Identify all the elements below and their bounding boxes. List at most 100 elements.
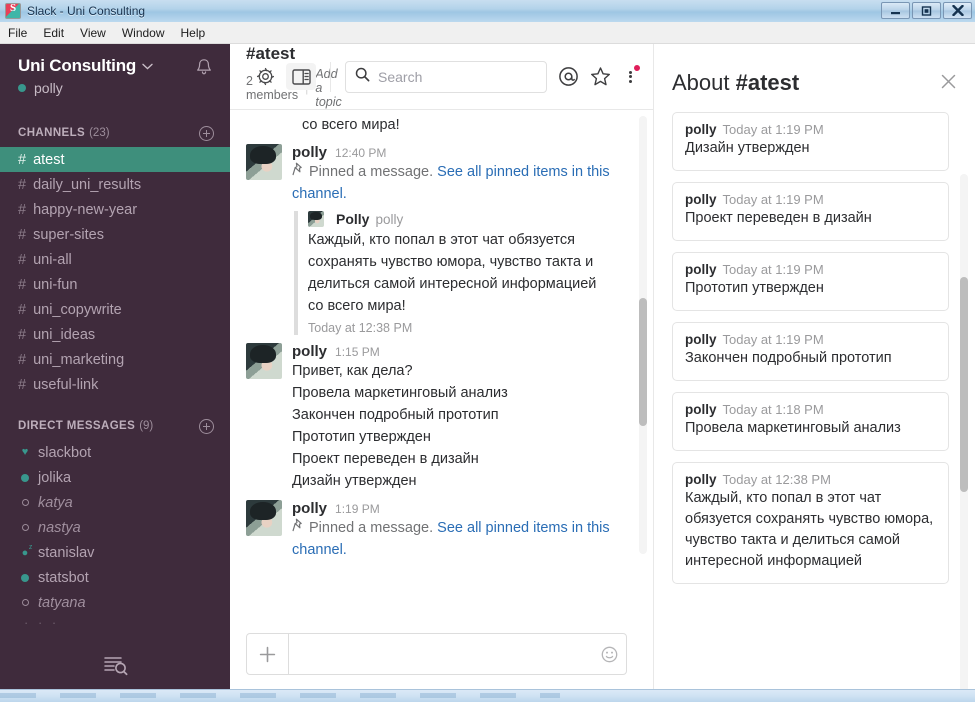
sidebar-channel-uni-fun[interactable]: #uni-fun xyxy=(0,272,230,297)
message-text-line: Провела маркетинговый анализ xyxy=(292,382,627,404)
message-body: polly12:40 PMPinned a message. See all p… xyxy=(292,144,627,335)
message-text-line: Проект переведен в дизайн xyxy=(292,448,627,470)
channel-label: super-sites xyxy=(33,227,104,243)
sidebar-channel-super-sites[interactable]: #super-sites xyxy=(0,222,230,247)
sidebar-dm-stanislav[interactable]: ●zstanislav xyxy=(0,540,230,565)
avatar[interactable] xyxy=(246,500,282,536)
pinned-item-card[interactable]: pollyToday at 1:18 PMПровела маркетингов… xyxy=(672,392,949,451)
about-label: About xyxy=(672,70,730,95)
panel-toggle-icon[interactable] xyxy=(286,63,316,90)
star-icon[interactable] xyxy=(589,66,611,88)
sidebar-dm-katya[interactable]: katya xyxy=(0,490,230,515)
add-dm-icon[interactable] xyxy=(199,419,214,434)
avatar[interactable] xyxy=(246,343,282,379)
attachment-header: Pollypolly xyxy=(308,211,627,227)
dm-label: tatyana xyxy=(38,595,86,611)
hash-icon: # xyxy=(18,352,26,368)
sidebar-dm-slackbot[interactable]: ♥slackbot xyxy=(0,440,230,465)
messages-scrollbar-track[interactable] xyxy=(639,116,647,554)
close-icon[interactable] xyxy=(940,73,957,94)
main-column: #atest 2 members | Add a topic xyxy=(230,44,653,689)
pinned-item-card[interactable]: pollyToday at 1:19 PMЗакончен подробный … xyxy=(672,322,949,381)
sidebar-dm-tatyana[interactable]: tatyana xyxy=(0,590,230,615)
message-text-line: Прототип утвержден xyxy=(292,426,627,448)
message-row: polly1:19 PMPinned a message. See all pi… xyxy=(246,492,627,561)
pinned-item-card[interactable]: pollyToday at 1:19 PMПрототип утвержден xyxy=(672,252,949,311)
pinned-item-author: polly xyxy=(685,122,717,137)
sidebar-channel-uni_ideas[interactable]: #uni_ideas xyxy=(0,322,230,347)
hash-icon: # xyxy=(18,377,26,393)
presence-online-icon xyxy=(18,474,32,482)
about-panel: About #atest pollyToday at 1:19 PMДизайн… xyxy=(653,44,975,689)
message-text-line: Привет, как дела? xyxy=(292,360,627,382)
close-button[interactable] xyxy=(943,2,972,19)
pinned-item-author: polly xyxy=(685,332,717,347)
emoji-smiley-icon[interactable] xyxy=(592,634,626,674)
pin-icon xyxy=(292,161,306,183)
messages-scroll-area[interactable]: со всего мира! polly12:40 PMPinned a mess… xyxy=(230,110,653,625)
message-author[interactable]: polly xyxy=(292,144,327,161)
sidebar-dm-jolika[interactable]: jolika xyxy=(0,465,230,490)
composer-box[interactable] xyxy=(246,633,627,675)
current-user[interactable]: polly xyxy=(18,80,216,96)
system-message-text: Pinned a message. xyxy=(309,164,437,180)
sidebar-channel-atest[interactable]: #atest xyxy=(0,147,230,172)
sidebar-channel-daily_uni_results[interactable]: #daily_uni_results xyxy=(0,172,230,197)
hash-icon: # xyxy=(18,177,26,193)
sidebar-channel-uni_copywrite[interactable]: #uni_copywrite xyxy=(0,297,230,322)
pinned-item-timestamp: Today at 1:18 PM xyxy=(723,402,824,417)
search-list-icon[interactable] xyxy=(101,653,129,677)
message-meta: polly1:15 PM xyxy=(292,343,627,360)
message-author[interactable]: polly xyxy=(292,500,327,517)
sidebar-channel-uni-all[interactable]: #uni-all xyxy=(0,247,230,272)
about-scrollbar-thumb[interactable] xyxy=(960,277,968,492)
window-controls[interactable] xyxy=(881,2,972,19)
sidebar-channel-happy-new-year[interactable]: #happy-new-year xyxy=(0,197,230,222)
channel-name[interactable]: #atest xyxy=(246,44,254,64)
maximize-button[interactable] xyxy=(912,2,941,19)
sidebar-dm-statsbot[interactable]: statsbot xyxy=(0,565,230,590)
sidebar-channel-useful-link[interactable]: #useful-link xyxy=(0,372,230,397)
menu-help[interactable]: Help xyxy=(181,26,206,40)
menu-window[interactable]: Window xyxy=(122,26,165,40)
messages-scrollbar-thumb[interactable] xyxy=(639,298,647,426)
search-input[interactable] xyxy=(378,69,537,85)
dm-section-header[interactable]: DIRECT MESSAGES (9) xyxy=(0,417,230,435)
avatar[interactable] xyxy=(246,144,282,180)
plus-icon[interactable] xyxy=(247,634,289,674)
chevron-down-icon[interactable] xyxy=(142,61,153,73)
at-mention-icon[interactable] xyxy=(557,66,579,88)
dm-section-title: DIRECT MESSAGES xyxy=(18,420,135,432)
sidebar-dm-nastya[interactable]: nastya xyxy=(0,515,230,540)
gear-icon[interactable] xyxy=(254,66,276,88)
pinned-item-card[interactable]: pollyToday at 1:19 PMДизайн утвержден xyxy=(672,112,949,171)
slack-app: Uni Consulting polly CHANNELS (2 xyxy=(0,44,975,689)
pinned-item-timestamp: Today at 12:38 PM xyxy=(723,472,831,487)
pinned-item-card[interactable]: pollyToday at 1:19 PMПроект переведен в … xyxy=(672,182,949,241)
message-continuation-line: со всего мира! xyxy=(246,114,627,136)
hash-icon: # xyxy=(18,152,26,168)
pinned-item-meta: pollyToday at 1:18 PM xyxy=(685,402,936,417)
about-scrollbar-track[interactable] xyxy=(960,174,968,689)
add-channel-icon[interactable] xyxy=(199,126,214,141)
team-name[interactable]: Uni Consulting xyxy=(18,56,136,76)
pinned-item-author: polly xyxy=(685,262,717,277)
channels-section-header[interactable]: CHANNELS (23) xyxy=(0,124,230,142)
menu-file[interactable]: File xyxy=(8,26,27,40)
sidebar-overflow[interactable]: · · · xyxy=(0,615,230,631)
menu-view[interactable]: View xyxy=(80,26,106,40)
minimize-button[interactable] xyxy=(881,2,910,19)
menu-bar[interactable]: File Edit View Window Help xyxy=(0,22,975,44)
sidebar-channel-uni_marketing[interactable]: #uni_marketing xyxy=(0,347,230,372)
dm-label: statsbot xyxy=(38,570,89,586)
presence-away-icon xyxy=(18,524,32,531)
kebab-menu-icon[interactable] xyxy=(621,66,639,88)
search-box[interactable] xyxy=(345,61,547,93)
pinned-item-card[interactable]: pollyToday at 12:38 PMКаждый, кто попал … xyxy=(672,462,949,584)
notifications-bell-icon[interactable] xyxy=(196,58,212,76)
menu-edit[interactable]: Edit xyxy=(43,26,64,40)
message-author[interactable]: polly xyxy=(292,343,327,360)
pinned-item-timestamp: Today at 1:19 PM xyxy=(723,332,824,347)
message-input[interactable] xyxy=(289,634,592,674)
pinned-item-timestamp: Today at 1:19 PM xyxy=(723,122,824,137)
